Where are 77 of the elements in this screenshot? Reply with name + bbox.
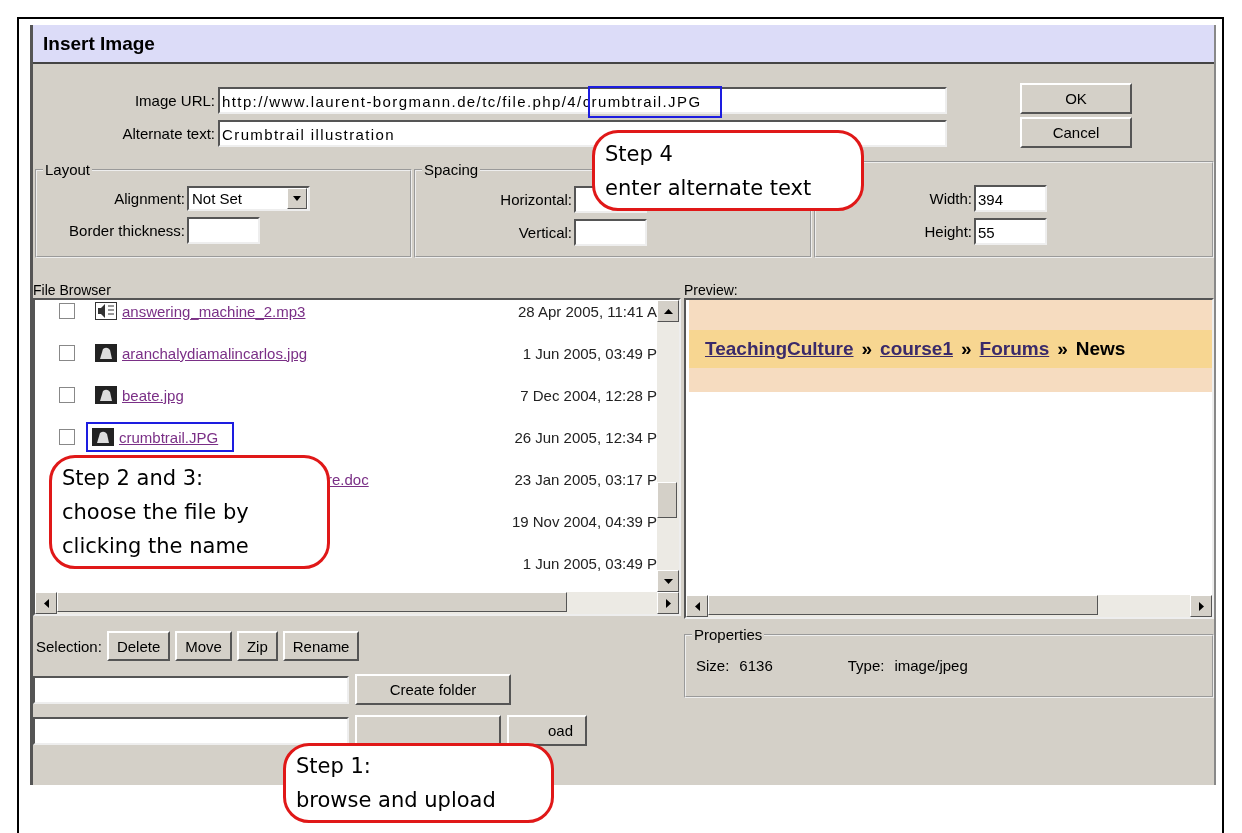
field-label: Alignment: (113, 190, 186, 207)
breadcrumb-link[interactable]: TeachingCulture (705, 338, 854, 360)
file-date: 28 Apr 2005, 11:41 A (517, 302, 657, 320)
dialog-button[interactable]: Cancel (1020, 117, 1132, 148)
breadcrumb-text: » (1057, 338, 1068, 360)
selection-label: Selection: (35, 637, 102, 655)
scroll-left-icon (43, 598, 49, 608)
checkbox[interactable] (59, 303, 75, 319)
breadcrumb-link[interactable]: Forums (979, 338, 1050, 360)
breadcrumb-link[interactable]: course1 (880, 338, 953, 360)
field-label: Alternate text: (121, 125, 216, 142)
image-file-icon (92, 428, 114, 446)
group-legend: Properties (692, 626, 765, 643)
breadcrumb-text: » (861, 338, 873, 360)
checkbox[interactable] (59, 429, 75, 445)
scroll-up-icon (663, 308, 673, 314)
selection-button[interactable]: Zip (236, 631, 278, 661)
selection-button[interactable]: Delete (106, 631, 171, 661)
group-legend: Layout (43, 161, 93, 178)
breadcrumb-text: » (960, 338, 972, 360)
horizontal-scrollbar[interactable] (686, 595, 1212, 617)
dropdown-arrow-icon (293, 196, 301, 201)
upload-file-field[interactable] (33, 716, 349, 745)
callout-text: clicking the name (62, 533, 250, 560)
file-link[interactable]: aranchalydiamalincarlos.jpg (122, 344, 308, 362)
window-title: Insert Image (43, 32, 155, 55)
group-legend: Spacing (422, 161, 481, 178)
file-link[interactable]: crumbtrail.JPG (119, 428, 219, 446)
scroll-right-icon (1198, 601, 1204, 611)
scroll-thumb[interactable] (657, 482, 677, 518)
folder-name-field[interactable] (33, 675, 349, 704)
scroll-down-icon (663, 578, 673, 584)
field-label: Height: (923, 223, 973, 240)
file-date: 7 Dec 2004, 12:28 P (519, 386, 657, 404)
file-link[interactable]: answering_machine_2.mp3 (122, 302, 306, 320)
callout-text: Step 2 and 3: (62, 465, 205, 492)
field-label: Width: (928, 190, 973, 207)
height-field[interactable]: 55 (974, 218, 1047, 245)
scroll-right-icon (665, 598, 671, 608)
panel-label: Preview: (684, 282, 739, 298)
alignment-dropdown[interactable]: Not Set (187, 186, 310, 211)
scroll-left-icon (694, 601, 700, 611)
checkbox[interactable] (59, 345, 75, 361)
field-label: Image URL: (133, 92, 216, 109)
vertical-scrollbar[interactable] (657, 300, 679, 592)
selection-button[interactable]: Rename (282, 631, 360, 661)
dialog-button[interactable]: OK (1020, 83, 1132, 114)
file-date: 26 Jun 2005, 12:34 P (513, 428, 657, 446)
image-file-icon (95, 386, 117, 404)
file-date: 1 Jun 2005, 03:49 P (521, 344, 657, 362)
width-field[interactable]: 394 (974, 185, 1047, 212)
callout-text: browse and upload (296, 787, 497, 814)
file-date: 1 Jun 2005, 03:49 P (521, 554, 657, 572)
selection-button[interactable]: Move (175, 631, 232, 661)
border-field[interactable] (187, 217, 260, 244)
size-value: 6136 (739, 657, 773, 674)
callout-text: choose the file by (62, 499, 250, 526)
image-file-icon (95, 344, 117, 362)
file-link[interactable]: beate.jpg (122, 386, 184, 404)
callout-text: enter alternate text (605, 174, 813, 202)
file-date: 23 Jan 2005, 03:17 P (513, 470, 657, 488)
callout-text: Step 1: (296, 753, 372, 780)
horizontal-scrollbar[interactable] (35, 592, 679, 614)
field-label: Vertical: (517, 224, 573, 241)
file-date: 19 Nov 2004, 04:39 P (510, 512, 657, 530)
field-label: Border thickness: (68, 222, 186, 239)
type-value: image/jpeg (894, 657, 968, 674)
size-label: Size: (696, 657, 730, 674)
field-label: Horizontal: (499, 191, 573, 208)
create-folder-button[interactable]: Create folder (355, 674, 511, 705)
upload-button[interactable]: oad (507, 715, 587, 746)
type-label: Type: (847, 657, 885, 674)
audio-file-icon (95, 302, 117, 320)
checkbox[interactable] (59, 387, 75, 403)
breadcrumb-text: News (1075, 338, 1126, 360)
vertical-field[interactable] (574, 219, 647, 246)
panel-label: File Browser (33, 282, 112, 298)
